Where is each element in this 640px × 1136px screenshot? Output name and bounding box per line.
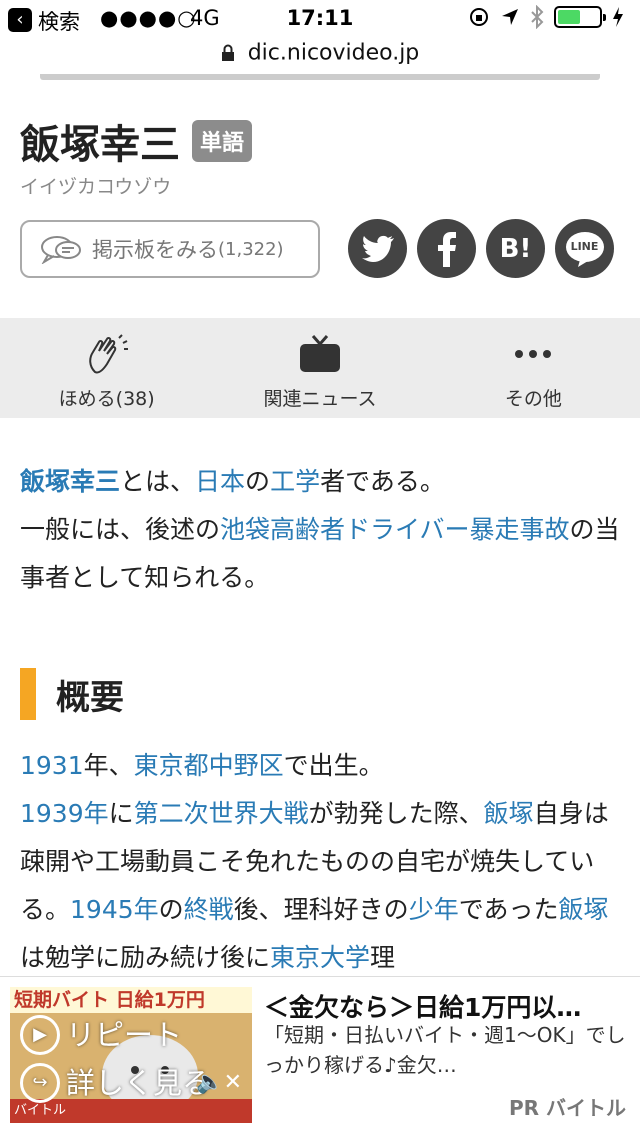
text: に — [108, 799, 134, 828]
text: 者である。 — [320, 467, 445, 496]
text: とは、 — [120, 467, 196, 496]
share-arrow-icon: ↪ — [20, 1063, 60, 1103]
word-badge: 単語 — [192, 120, 253, 162]
section-accent-bar — [20, 668, 36, 720]
twitter-share-button[interactable] — [348, 219, 407, 278]
ad-description[interactable]: 「短期・日払いバイト・週1～OK」でしっかり稼げる♪金欠… — [264, 1020, 630, 1080]
page-title: 飯塚幸三 — [20, 122, 180, 168]
link-japan[interactable]: 日本 — [195, 467, 245, 496]
text: は勉学に励み続け後に — [20, 943, 271, 972]
tv-icon — [299, 335, 340, 372]
overview-paragraph-2: 1939年に第二次世界大戦が勃発した際、飯塚自身は疎開や工場動員こそ免れたものの… — [20, 790, 620, 982]
bluetooth-icon — [531, 5, 544, 29]
charging-bolt-icon — [613, 7, 623, 27]
lock-icon — [221, 44, 234, 61]
facebook-f-icon — [437, 231, 456, 267]
link-iizuka-kozo[interactable]: 飯塚幸三 — [20, 467, 120, 496]
status-bar: ‹ 検索 ●●●●○ 4G 17:11 — [0, 0, 640, 40]
url-text: dic.nicovideo.jp — [247, 40, 420, 66]
section-heading: 概要 — [20, 668, 124, 720]
text: で出生。 — [283, 751, 384, 780]
action-bar: ほめる(38) 関連ニュース その他 — [0, 318, 640, 418]
overview-body: 1931年、東京都中野区で出生。 1939年に第二次世界大戦が勃発した際、飯塚自… — [20, 742, 620, 982]
hatena-label: B! — [499, 233, 532, 264]
bbs-count: (1,322) — [218, 238, 284, 260]
rotation-lock-icon — [470, 8, 488, 26]
ad-replay-label: リピート — [66, 1018, 183, 1052]
link-1945[interactable]: 1945年 — [70, 895, 159, 924]
article-intro: 飯塚幸三とは、日本の工学者である。 一般には、後述の池袋高齢者ドライバー暴走事故… — [20, 458, 620, 602]
link-tokyo-university[interactable]: 東京大学 — [270, 943, 370, 972]
ad-details-label: 詳しく見る — [66, 1066, 212, 1100]
link-war-end[interactable]: 終戦 — [184, 895, 234, 924]
link-iizuka[interactable]: 飯塚 — [484, 799, 534, 828]
ad-sponsor: PR バイトル — [508, 1096, 626, 1120]
section-title: 概要 — [56, 677, 124, 718]
text: の — [158, 895, 184, 924]
overview-line-1: 1931年、東京都中野区で出生。 — [20, 742, 620, 790]
related-news-label: 関連ニュース — [263, 388, 377, 410]
chat-bubble-icon — [41, 236, 81, 264]
link-ww2[interactable]: 第二次世界大戦 — [134, 799, 309, 828]
ad-thumb-banner: 短期バイト 日給1万円 — [10, 987, 252, 1013]
link-1931[interactable]: 1931 — [20, 751, 84, 780]
hatena-bookmark-button[interactable]: B! — [486, 219, 545, 278]
mute-icon[interactable]: 🔈✕ — [196, 1070, 242, 1095]
line-label: LINE — [570, 240, 599, 253]
more-dots-icon — [515, 350, 552, 358]
ad-replay-button[interactable]: ▶ リピート — [20, 1011, 211, 1059]
text: 理 — [370, 943, 396, 972]
link-ikebukuro-accident[interactable]: 池袋高齢者ドライバー暴走事故 — [220, 515, 570, 544]
ad-details-button[interactable]: ↪ 詳しく見る — [20, 1059, 211, 1107]
praise-action[interactable]: ほめる(38) — [0, 318, 213, 418]
text: 後、理科好きの — [233, 895, 409, 924]
link-iizuka[interactable]: 飯塚 — [558, 895, 608, 924]
page-reading: イイヅカコウゾウ — [20, 176, 172, 198]
text: であった — [458, 895, 559, 924]
intro-line-2: 一般には、後述の池袋高齢者ドライバー暴走事故の当事者として知られる。 — [20, 506, 620, 602]
link-1939[interactable]: 1939年 — [20, 799, 109, 828]
url-bar[interactable]: dic.nicovideo.jp — [0, 40, 640, 76]
facebook-share-button[interactable] — [417, 219, 476, 278]
other-action[interactable]: その他 — [427, 318, 640, 418]
ad-video-thumbnail[interactable]: 短期バイト 日給1万円 バイトル ▶ リピート ↪ 詳しく見る 🔈✕ — [10, 987, 252, 1123]
twitter-bird-icon — [361, 235, 394, 262]
ad-title[interactable]: ＜金欠なら＞日給1万円以… — [264, 988, 630, 1024]
bbs-label: 掲示板をみる — [92, 238, 218, 262]
link-boy[interactable]: 少年 — [409, 895, 459, 924]
intro-line-1: 飯塚幸三とは、日本の工学者である。 — [20, 458, 620, 506]
location-arrow-icon — [502, 9, 518, 25]
share-buttons: B! LINE — [348, 219, 614, 278]
text: 一般には、後述の — [20, 515, 221, 544]
bbs-button[interactable]: 掲示板をみる (1,322) — [20, 220, 320, 278]
clapping-hands-icon — [88, 334, 128, 374]
text: 年、 — [83, 751, 134, 780]
line-share-button[interactable]: LINE — [555, 219, 614, 278]
url-bar-divider — [40, 74, 600, 80]
battery-icon — [554, 6, 606, 28]
play-icon: ▶ — [20, 1015, 60, 1055]
link-engineering[interactable]: 工学 — [270, 467, 320, 496]
related-news-action[interactable]: 関連ニュース — [213, 318, 426, 418]
text: の — [245, 467, 271, 496]
other-label: その他 — [504, 388, 562, 410]
text: が勃発した際、 — [308, 799, 484, 828]
article-header: 飯塚幸三 単語 — [20, 112, 253, 170]
link-nakano[interactable]: 東京都中野区 — [134, 751, 284, 780]
praise-label: ほめる(38) — [58, 388, 155, 410]
